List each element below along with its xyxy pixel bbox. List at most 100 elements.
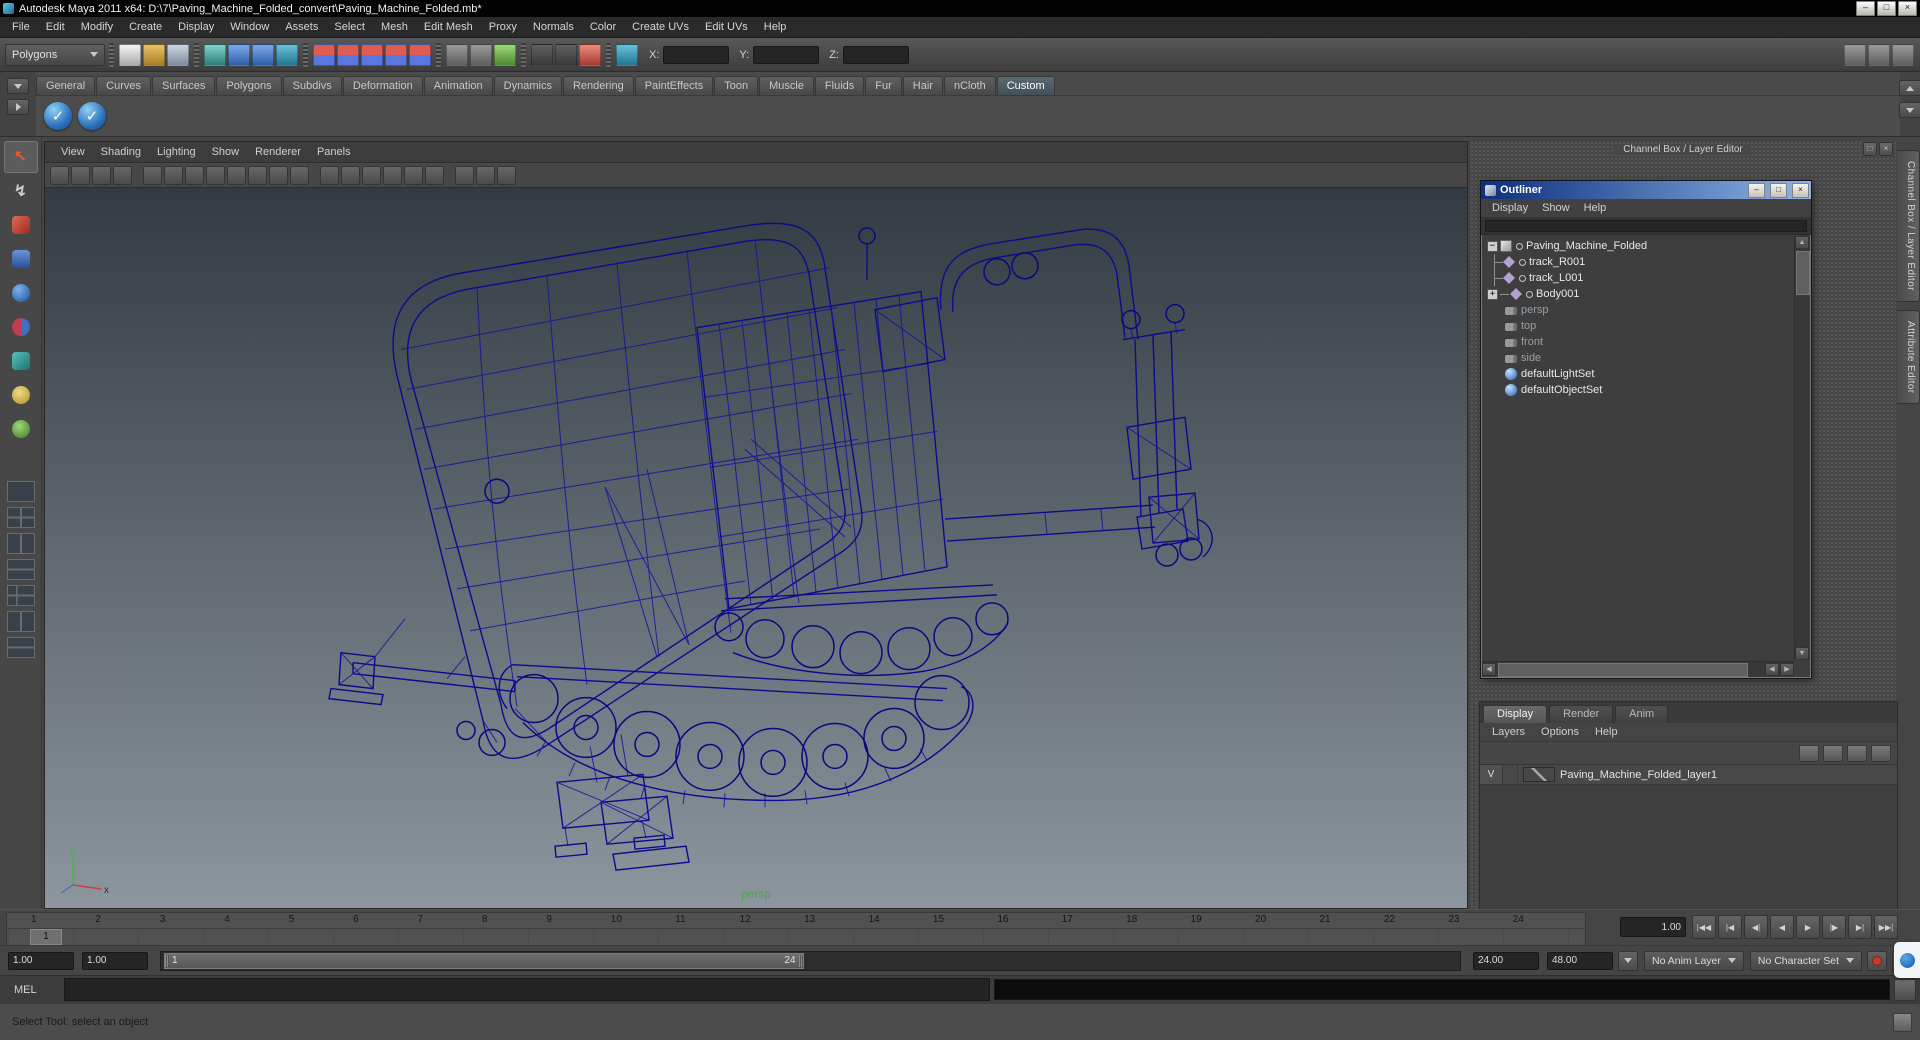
timeline-tick[interactable]: 18 <box>1126 914 1190 929</box>
bounding-box-icon[interactable] <box>362 165 381 185</box>
command-line-input[interactable] <box>64 978 990 1001</box>
group-divider[interactable] <box>521 42 526 67</box>
lasso-select-tool-button[interactable]: ↯ <box>4 175 38 207</box>
menu-item[interactable]: Select <box>326 17 373 38</box>
x-coordinate-field[interactable] <box>663 45 730 64</box>
range-end-handle[interactable] <box>798 954 803 967</box>
playback-button[interactable]: ◀| <box>1744 915 1768 939</box>
smooth-shade-icon[interactable] <box>341 165 360 185</box>
timeline-tick[interactable]: 11 <box>675 914 739 929</box>
group-divider[interactable] <box>303 42 308 67</box>
layer-color-swatch[interactable] <box>1523 767 1555 782</box>
dock-float-icon[interactable]: □ <box>1863 142 1877 156</box>
timeline-tick[interactable]: 3 <box>160 914 224 929</box>
toggle-tool-settings-icon[interactable] <box>1868 43 1890 66</box>
snap-to-grid-icon[interactable] <box>313 43 335 66</box>
shelf-tab[interactable]: Animation <box>423 75 493 95</box>
open-scene-icon[interactable] <box>143 43 165 66</box>
output-operations-icon[interactable] <box>470 43 492 66</box>
timeline-scrub-area[interactable]: 1 <box>8 928 1584 945</box>
animation-start-field[interactable] <box>82 951 148 970</box>
timeline-tick[interactable]: 1 <box>31 914 95 929</box>
scrollbar-thumb[interactable] <box>1498 663 1748 677</box>
outliner-item[interactable]: defaultLightSet <box>1483 366 1794 382</box>
menu-item[interactable]: File <box>4 17 38 38</box>
render-settings-icon[interactable] <box>579 43 601 66</box>
outliner-item[interactable]: track_R001 <box>1483 254 1794 270</box>
select-by-hierarchy-icon[interactable] <box>204 43 226 66</box>
image-plane-icon[interactable] <box>113 165 132 185</box>
collapse-toggle-icon[interactable]: − <box>1487 240 1498 252</box>
scroll-left-icon[interactable]: ◀ <box>1765 663 1779 676</box>
camera-attributes-icon[interactable] <box>71 165 90 185</box>
view-grid-icon[interactable] <box>143 165 162 185</box>
all-lights-icon[interactable] <box>404 165 423 185</box>
shelf-tab[interactable]: General <box>36 75 96 95</box>
shelf-tab[interactable]: Fluids <box>814 75 865 95</box>
shelf-tab[interactable]: Curves <box>96 75 151 95</box>
timeline-tick[interactable]: 10 <box>611 914 675 929</box>
timeline-tick[interactable]: 9 <box>546 914 610 929</box>
panel-menu-item[interactable]: Lighting <box>149 146 204 158</box>
custom-shelf-button-2[interactable]: ✓ <box>78 101 106 130</box>
outliner-minimize-button[interactable]: – <box>1748 182 1765 198</box>
shelf-tab[interactable]: Dynamics <box>493 75 562 95</box>
menu-item[interactable]: Create <box>121 17 170 38</box>
timeline-tick[interactable]: 19 <box>1191 914 1255 929</box>
outliner-item[interactable]: front <box>1483 334 1794 350</box>
menu-item[interactable]: Normals <box>525 17 582 38</box>
dock-header[interactable]: Channel Box / Layer Editor □ × <box>1470 141 1896 157</box>
playback-options-icon[interactable] <box>1618 950 1638 971</box>
outliner-menu-item[interactable]: Show <box>1535 202 1577 214</box>
move-layer-down-icon[interactable] <box>1823 744 1843 762</box>
outliner-menu-item[interactable]: Help <box>1577 202 1614 214</box>
menu-item[interactable]: Edit UVs <box>697 17 756 38</box>
group-divider[interactable] <box>436 42 441 67</box>
panel-menu-item[interactable]: Renderer <box>247 146 309 158</box>
scroll-right-icon[interactable]: ▶ <box>1780 663 1794 676</box>
shelf-scroll-up-icon[interactable] <box>1899 80 1920 96</box>
shelf-tab[interactable]: Muscle <box>759 75 814 95</box>
menu-item[interactable]: Display <box>170 17 222 38</box>
playback-button[interactable]: |▶ <box>1822 915 1846 939</box>
scroll-left-icon[interactable]: ◀ <box>1482 663 1496 676</box>
outliner-maximize-button[interactable]: □ <box>1770 182 1787 198</box>
animation-end-field[interactable] <box>1473 951 1539 970</box>
y-coordinate-field[interactable] <box>753 45 820 64</box>
shelf-tab[interactable]: nCloth <box>943 75 996 95</box>
range-slider-block[interactable]: 1 24 <box>164 952 804 969</box>
timeline-tick[interactable]: 17 <box>1062 914 1126 929</box>
playback-button[interactable]: ▶ <box>1796 915 1820 939</box>
universal-manipulator-button[interactable] <box>4 345 38 377</box>
remote-support-tray-handle[interactable] <box>1894 942 1920 978</box>
timeline-tick[interactable]: 22 <box>1384 914 1448 929</box>
timeline-tick[interactable]: 23 <box>1448 914 1512 929</box>
playback-button[interactable]: |◀ <box>1718 915 1742 939</box>
timeline-tick[interactable]: 6 <box>353 914 417 929</box>
shelf-tab[interactable]: Hair <box>902 75 943 95</box>
layer-editor-menu-item[interactable]: Help <box>1587 726 1626 738</box>
scale-tool-button[interactable] <box>4 311 38 343</box>
timeline-tick[interactable]: 2 <box>95 914 159 929</box>
safe-title-icon[interactable] <box>269 165 288 185</box>
select-tool-button[interactable]: ↖ <box>3 141 38 173</box>
timeline-tick[interactable]: 24 <box>1513 914 1577 929</box>
default-lighting-icon[interactable] <box>383 165 402 185</box>
layer-editor-tab[interactable]: Display <box>1483 705 1548 723</box>
layer-editor-menu-item[interactable]: Options <box>1533 726 1587 738</box>
film-gate-icon[interactable] <box>164 165 183 185</box>
shelf-tab-menu-icon[interactable] <box>7 78 29 94</box>
wireframe-mode-icon[interactable] <box>320 165 339 185</box>
anim-layer-selector[interactable]: No Anim Layer <box>1644 950 1744 971</box>
menu-item[interactable]: Modify <box>73 17 121 38</box>
paint-select-tool-button[interactable] <box>4 209 38 241</box>
timeline-tick[interactable]: 4 <box>224 914 288 929</box>
tab-channel-box-layer-editor[interactable]: Channel Box / Layer Editor <box>1897 150 1920 302</box>
timeline-tick[interactable]: 21 <box>1319 914 1383 929</box>
timeline-tick[interactable]: 5 <box>289 914 353 929</box>
select-by-asset-icon[interactable] <box>276 43 298 66</box>
shelf-tab[interactable]: Surfaces <box>151 75 216 95</box>
safe-action-icon[interactable] <box>248 165 267 185</box>
ipr-render-icon[interactable] <box>555 43 577 66</box>
outliner-item-root[interactable]: − Paving_Machine_Folded <box>1483 238 1794 254</box>
